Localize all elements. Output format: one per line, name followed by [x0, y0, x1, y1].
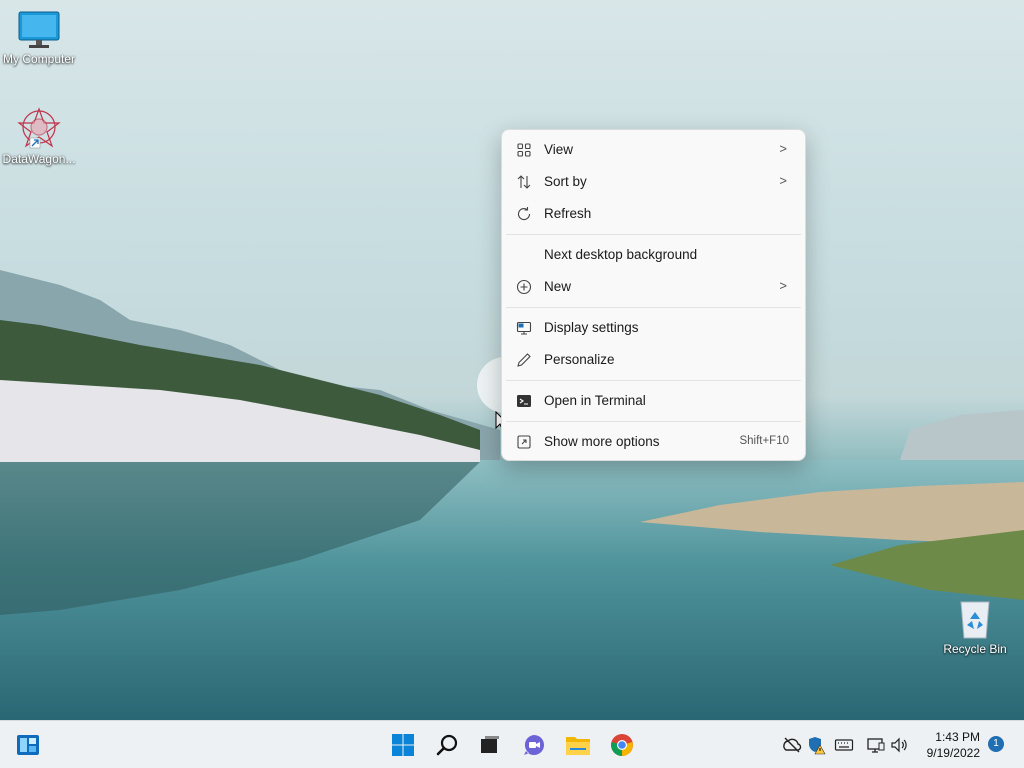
tray-display[interactable]	[866, 735, 886, 755]
tray-security[interactable]	[806, 735, 826, 755]
keyboard-shortcut: Shift+F10	[739, 435, 789, 447]
expand-icon	[517, 435, 531, 449]
desktop-icon-label: Recycle Bin	[943, 642, 1007, 656]
menu-separator	[506, 421, 801, 422]
desktop-context-menu: View > Sort by > Refresh Next desktop ba…	[501, 129, 806, 461]
menu-separator	[506, 234, 801, 235]
chevron-right-icon: >	[779, 141, 787, 156]
menu-item-view[interactable]: View >	[506, 135, 801, 165]
chrome-icon	[611, 734, 633, 756]
menu-item-label: Show more options	[544, 434, 660, 449]
widgets-icon	[17, 735, 39, 755]
security-warning-icon	[809, 737, 826, 755]
desktop-icon-label: My Computer	[2, 52, 76, 66]
desktop-icon-datawagon[interactable]: DataWagon...	[0, 106, 78, 166]
keyboard-icon	[834, 739, 854, 751]
menu-item-display-settings[interactable]: Display settings	[506, 313, 801, 343]
terminal-icon	[517, 395, 531, 407]
taskbar-search-button[interactable]	[433, 731, 461, 759]
menu-item-personalize[interactable]: Personalize	[506, 345, 801, 375]
menu-item-label: Display settings	[544, 320, 639, 335]
volume-icon	[891, 737, 907, 753]
recycle-bin-icon	[960, 601, 990, 639]
desktop-icon-recycle-bin[interactable]: Recycle Bin	[936, 598, 1014, 656]
plus-circle-icon	[516, 279, 532, 295]
view-grid-icon	[517, 143, 531, 157]
chat-icon	[524, 735, 544, 755]
task-view-icon	[481, 736, 499, 753]
datawagon-app-icon	[17, 107, 61, 149]
menu-item-label: Open in Terminal	[544, 393, 646, 408]
menu-item-label: Next desktop background	[544, 247, 698, 262]
display-icon	[867, 738, 885, 753]
taskbar-task-view-button[interactable]	[475, 731, 503, 759]
menu-item-label: View	[544, 142, 574, 157]
taskbar-clock[interactable]: 1:43 PM 9/19/2022	[910, 729, 980, 761]
chevron-right-icon: >	[779, 278, 787, 293]
taskbar-chat-button[interactable]	[520, 731, 548, 759]
start-icon	[392, 734, 414, 756]
clock-time: 1:43 PM	[935, 730, 980, 744]
menu-item-label: New	[544, 279, 572, 294]
sort-icon	[517, 175, 531, 189]
menu-item-new[interactable]: New >	[506, 272, 801, 302]
taskbar-chrome-button[interactable]	[608, 731, 636, 759]
menu-item-sort-by[interactable]: Sort by >	[506, 167, 801, 197]
notification-badge[interactable]: 1	[988, 736, 1004, 752]
monitor-icon	[18, 11, 60, 48]
pen-icon	[517, 353, 531, 367]
menu-separator	[506, 380, 801, 381]
refresh-icon	[517, 207, 531, 221]
menu-item-label: Refresh	[544, 206, 592, 221]
display-settings-icon	[516, 321, 532, 335]
taskbar: 1:43 PM 9/19/2022	[0, 720, 1024, 768]
tray-network-off[interactable]	[782, 735, 802, 755]
desktop-icon-my-computer[interactable]: My Computer	[0, 10, 78, 66]
network-off-icon	[783, 737, 802, 753]
menu-item-label: Sort by	[544, 174, 587, 189]
menu-separator	[506, 307, 801, 308]
tray-keyboard[interactable]	[834, 735, 854, 755]
menu-item-label: Personalize	[544, 352, 615, 367]
file-explorer-icon	[566, 737, 590, 755]
menu-item-show-more-options[interactable]: Show more options Shift+F10	[506, 427, 801, 457]
taskbar-widgets-button[interactable]	[14, 731, 42, 759]
menu-item-open-in-terminal[interactable]: Open in Terminal	[506, 386, 801, 416]
chevron-right-icon: >	[779, 173, 787, 188]
menu-item-refresh[interactable]: Refresh	[506, 199, 801, 229]
search-icon	[436, 734, 458, 756]
taskbar-file-explorer-button[interactable]	[564, 731, 592, 759]
menu-item-next-desktop-background[interactable]: Next desktop background	[506, 240, 801, 270]
clock-date: 9/19/2022	[926, 746, 980, 760]
taskbar-start-button[interactable]	[389, 731, 417, 759]
tray-volume[interactable]	[890, 735, 910, 755]
desktop-icon-label: DataWagon...	[2, 152, 76, 166]
